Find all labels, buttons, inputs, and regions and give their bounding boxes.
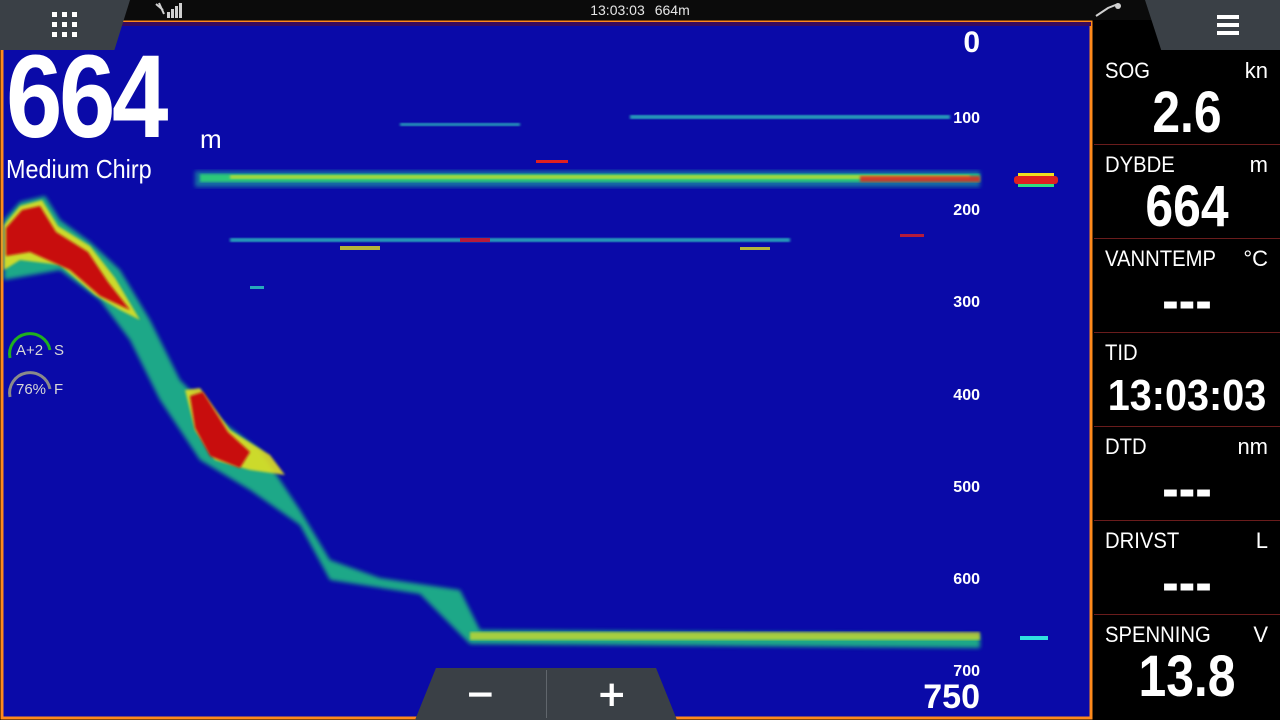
status-depth: 664m [654, 2, 690, 18]
cell-value: 2.6 [1152, 80, 1222, 145]
cell-label: SOG [1105, 58, 1150, 83]
cell-unit: kn [1244, 58, 1268, 83]
cell-value: --- [1162, 456, 1212, 521]
data-cell-time[interactable]: TID 13:03:03 [1094, 332, 1280, 427]
cell-unit: nm [1237, 434, 1268, 459]
satellite-icon [1095, 3, 1121, 17]
gain-value: A+2 [16, 342, 44, 359]
color-mode: F [54, 381, 64, 398]
depth-readout: 664 [6, 31, 168, 163]
sonar-mode-label: Medium Chirp [6, 154, 152, 184]
range-label: 750 [923, 678, 980, 716]
gain-gauge[interactable]: A+2 S [6, 330, 76, 360]
data-cell-sog[interactable]: SOG kn 2.6 [1094, 50, 1280, 145]
scale-label-400: 400 [953, 387, 980, 404]
cell-unit: °C [1243, 246, 1268, 271]
instrument-panel: SOG kn 2.6 DYBDE m 664 VANNTEMP °C --- T… [1094, 50, 1280, 720]
scale-label-600: 600 [953, 571, 980, 588]
scale-label-500: 500 [953, 479, 980, 496]
color-value: 76% [16, 381, 47, 398]
signal-bars-icon [155, 2, 182, 18]
zoom-out-button[interactable]: − [415, 668, 546, 720]
zoom-controls: − + [415, 668, 677, 720]
data-cell-voltage[interactable]: SPENNING V 13.8 [1094, 614, 1280, 720]
cell-label: TID [1105, 340, 1138, 365]
cell-unit: V [1253, 622, 1268, 647]
data-cell-dtd[interactable]: DTD nm --- [1094, 426, 1280, 521]
zoom-in-button[interactable]: + [547, 668, 678, 720]
cell-value: --- [1162, 268, 1212, 333]
gain-mode: S [54, 342, 65, 359]
cell-unit: m [1249, 152, 1268, 177]
color-gauge[interactable]: 76% F [6, 369, 76, 399]
status-time: 13:03:03 [590, 2, 645, 18]
status-center: 13:03:03 664m [0, 0, 1280, 20]
cell-label: DTD [1105, 434, 1147, 459]
scale-label-0: 0 [963, 26, 980, 59]
scale-label-200: 200 [953, 202, 980, 219]
cell-unit: L [1255, 528, 1268, 553]
cell-value: --- [1162, 550, 1212, 615]
data-cell-water-temp[interactable]: VANNTEMP °C --- [1094, 238, 1280, 333]
cell-value: 13.8 [1138, 644, 1236, 709]
cell-value: 664 [1145, 174, 1229, 239]
cell-value: 13:03:03 [1107, 371, 1267, 420]
scale-label-300: 300 [953, 294, 980, 311]
data-cell-depth[interactable]: DYBDE m 664 [1094, 144, 1280, 239]
depth-unit: m [200, 124, 222, 154]
data-cell-fuel[interactable]: DRIVST L --- [1094, 520, 1280, 615]
scale-label-100: 100 [953, 110, 980, 127]
